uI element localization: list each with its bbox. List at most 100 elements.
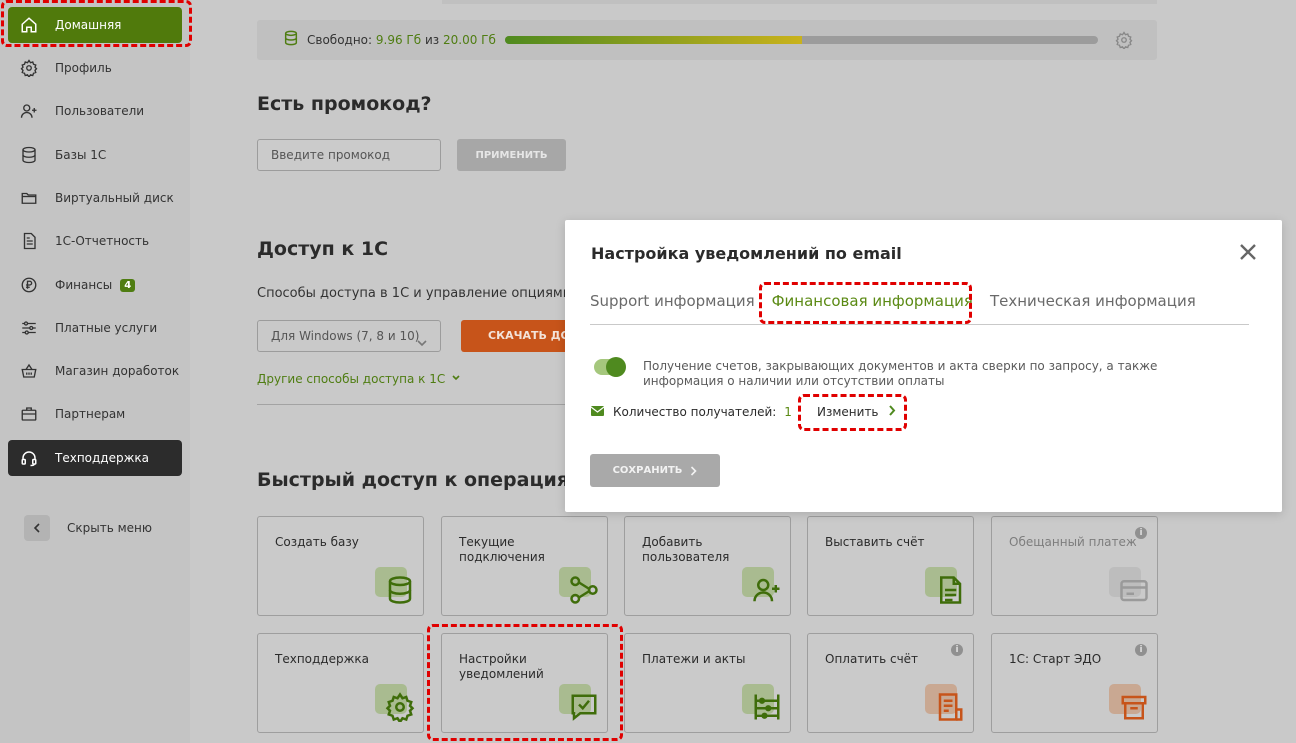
- tile-payments-acts[interactable]: Платежи и акты: [624, 633, 791, 733]
- archive-icon: [1121, 695, 1147, 720]
- chevron-left-icon: [24, 515, 50, 541]
- recipients-label: Количество получателей:: [613, 405, 777, 419]
- tile-start-edo[interactable]: 1С: Старт ЭДО i: [991, 633, 1158, 733]
- tile-support[interactable]: Техподдержка: [257, 633, 424, 733]
- sliders-icon: [18, 317, 40, 339]
- tile-create-base[interactable]: Создать базу: [257, 516, 424, 616]
- sidebar-item-label: Платные услуги: [55, 321, 158, 335]
- sidebar-item-support[interactable]: Техподдержка: [8, 440, 182, 476]
- tile-notification-settings[interactable]: Настройки уведомлений: [441, 633, 608, 733]
- database-icon: [388, 576, 412, 604]
- sidebar-item-label: Профиль: [55, 61, 112, 75]
- document-icon: [18, 230, 40, 252]
- tile-label: Добавить пользователя: [642, 535, 730, 564]
- tile-label: Выставить счёт: [825, 535, 925, 549]
- card-icon: [1120, 580, 1148, 602]
- change-recipients-button[interactable]: Изменить: [817, 405, 896, 419]
- sidebar-item-databases[interactable]: Базы 1С: [8, 137, 182, 173]
- save-button[interactable]: СОХРАНИТЬ: [590, 454, 720, 487]
- tab-support-info[interactable]: Support информация: [590, 292, 755, 324]
- invoice-icon: [940, 576, 962, 604]
- tab-technical-info[interactable]: Техническая информация: [990, 292, 1196, 324]
- chevron-down-icon: [451, 372, 461, 386]
- sidebar-item-label: Финансы: [55, 278, 113, 292]
- hide-menu-label: Скрыть меню: [67, 521, 152, 535]
- tile-label: Техподдержка: [275, 652, 370, 666]
- storage-total-value: 20.00 Гб: [443, 33, 496, 47]
- tab-finance-info[interactable]: Финансовая информация: [772, 292, 973, 324]
- close-icon[interactable]: [1238, 242, 1258, 262]
- sidebar-item-partners[interactable]: Партнерам: [8, 396, 182, 432]
- sidebar-item-label: Домашняя: [55, 18, 122, 32]
- tile-label: Создать базу: [275, 535, 359, 549]
- storage-progress-fill: [505, 36, 802, 44]
- other-access-ways-label: Другие способы доступа к 1С: [257, 372, 446, 386]
- sidebar-item-label: Пользователи: [55, 104, 145, 118]
- gear-icon: [385, 692, 415, 722]
- notification-toggle[interactable]: [594, 357, 626, 377]
- apply-promo-button[interactable]: ПРИМЕНИТЬ: [457, 139, 566, 171]
- sidebar-item-label: 1С-Отчетность: [55, 234, 150, 248]
- chevron-down-icon: [416, 330, 428, 360]
- user-plus-icon: [753, 578, 780, 602]
- storage-settings-gear-icon[interactable]: [1115, 31, 1133, 53]
- abacus-icon: [754, 694, 780, 720]
- mail-icon: [590, 405, 605, 419]
- sidebar-item-home[interactable]: Домашняя: [8, 7, 182, 43]
- tile-label: Платежи и акты: [642, 652, 746, 666]
- chat-check-icon: [571, 694, 597, 721]
- tile-add-user[interactable]: Добавить пользователя: [624, 516, 791, 616]
- tile-label: 1С: Старт ЭДО: [1009, 652, 1102, 666]
- modal-tabs: Support информация Финансовая информация…: [590, 292, 1249, 325]
- briefcase-icon: [18, 403, 40, 425]
- email-notification-modal: Настройка уведомлений по email Support и…: [565, 220, 1282, 512]
- sidebar-item-label: Виртуальный диск: [55, 191, 174, 205]
- sidebar-item-label: Базы 1С: [55, 148, 107, 162]
- top-panel-edge: [442, 0, 1157, 4]
- sidebar-item-finance[interactable]: Финансы 4: [8, 267, 182, 303]
- download-button[interactable]: СКАЧАТЬ ДОС: [461, 320, 571, 352]
- gear-icon: [18, 57, 40, 79]
- notification-description: Получение счетов, закрывающих документов…: [643, 359, 1158, 388]
- tile-label: Текущие подключения: [459, 535, 545, 564]
- tile-promised-payment[interactable]: Обещанный платеж i: [991, 516, 1158, 616]
- tile-label: Настройки уведомлений: [459, 652, 544, 681]
- access-heading: Доступ к 1С: [257, 238, 389, 260]
- os-select[interactable]: Для Windows (7, 8 и 10): [257, 320, 441, 352]
- modal-title: Настройка уведомлений по email: [591, 244, 902, 263]
- receipt-icon: [938, 693, 963, 721]
- tile-label: Оплатить счёт: [825, 652, 919, 666]
- headset-icon: [18, 447, 40, 469]
- sidebar-item-label: Партнерам: [55, 407, 126, 421]
- network-icon: [570, 576, 598, 604]
- sidebar: Домашняя Профиль Пользователи Базы 1С Ви…: [0, 0, 190, 743]
- sidebar-item-label: Магазин доработок: [55, 364, 180, 378]
- sidebar-item-users[interactable]: Пользователи: [8, 93, 182, 129]
- storage-panel: Свободно: 9.96 Гб из 20.00 Гб: [257, 20, 1157, 60]
- storage-text: Свободно: 9.96 Гб из 20.00 Гб: [307, 33, 496, 47]
- tile-label: Обещанный платеж: [1009, 535, 1137, 549]
- sidebar-item-paid-services[interactable]: Платные услуги: [8, 310, 182, 346]
- sidebar-item-profile[interactable]: Профиль: [8, 50, 182, 86]
- basket-icon: [18, 360, 40, 382]
- tile-current-connections[interactable]: Текущие подключения: [441, 516, 608, 616]
- home-icon: [18, 14, 40, 36]
- sidebar-item-store[interactable]: Магазин доработок: [8, 353, 182, 389]
- hide-menu-button[interactable]: Скрыть меню: [24, 515, 152, 541]
- other-access-ways-link[interactable]: Другие способы доступа к 1С: [257, 372, 461, 386]
- sidebar-item-reporting[interactable]: 1С-Отчетность: [8, 223, 182, 259]
- promo-heading: Есть промокод?: [257, 93, 432, 115]
- user-plus-icon: [18, 100, 40, 122]
- chevron-right-icon: [888, 405, 896, 419]
- info-icon[interactable]: i: [1135, 644, 1147, 656]
- tile-pay-invoice[interactable]: Оплатить счёт i: [807, 633, 974, 733]
- tile-issue-invoice[interactable]: Выставить счёт: [807, 516, 974, 616]
- sidebar-item-virtual-disk[interactable]: Виртуальный диск: [8, 180, 182, 216]
- promo-input[interactable]: Введите промокод: [257, 139, 441, 171]
- info-icon[interactable]: i: [1135, 527, 1147, 539]
- change-label: Изменить: [817, 405, 879, 419]
- info-icon[interactable]: i: [951, 644, 963, 656]
- os-select-value: Для Windows (7, 8 и 10): [271, 329, 420, 343]
- divider: [257, 404, 567, 405]
- chevron-right-icon: [691, 465, 698, 476]
